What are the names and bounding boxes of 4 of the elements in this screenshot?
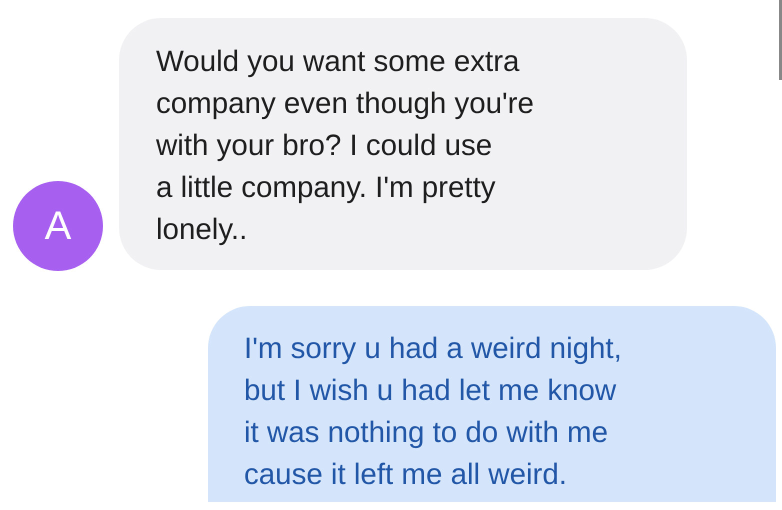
message-bubble: I'm sorry u had a weird night, but I wish u had let me know it was nothing to do with me cause it left me all weird.	[208, 306, 776, 502]
message-bubble: Would you want some extra company even though you're with your bro? I could use a little company. I'm pretty lonely..	[119, 18, 687, 270]
scrollbar[interactable]	[779, 0, 782, 80]
avatar: A	[13, 181, 103, 271]
